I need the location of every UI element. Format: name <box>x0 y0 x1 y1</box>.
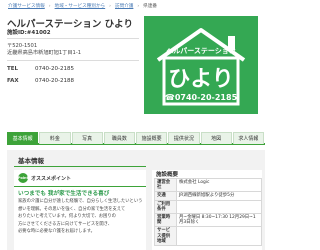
logo-main-text: ひより <box>168 67 234 92</box>
table-value: JR湖西線新旭駅より徒歩5分 <box>176 191 262 201</box>
table-row: 営業時間 月~金曜日 8:30~17:30 12月29日~1月3日除く <box>154 213 262 228</box>
table-key: 交通 <box>154 191 177 201</box>
fax-number: 0740-20-2188 <box>35 78 74 84</box>
tab-basic-info[interactable]: 基本情報 <box>7 132 39 144</box>
point-underline <box>14 186 146 187</box>
point-header: Point オススメポイント <box>18 172 71 184</box>
point-label: オススメポイント <box>31 175 72 182</box>
table-row: 交通 JR湖西線新旭駅より徒歩5分 <box>154 191 262 201</box>
table-value <box>176 199 262 215</box>
description-line: 家族の介護に自分が遠した経験で、自分らしく生活したいという <box>18 199 142 204</box>
table-row: ご利用条件 <box>154 199 262 215</box>
breadcrumb-separator: › <box>48 3 51 9</box>
breadcrumb-current: 県連番 <box>143 4 158 9</box>
tel-number[interactable]: 0740-20-2185 <box>35 66 74 72</box>
description-line: おりたいと考えています。何より大切で、お困りの <box>18 214 116 220</box>
table-value <box>176 226 262 247</box>
tab-job-info[interactable]: 求人情報 <box>232 132 264 144</box>
fax-label: FAX <box>7 78 19 84</box>
catchphrase: いつまでも 我が家で生活できる喜び <box>18 191 110 197</box>
tel-row: TEL 0740-20-2185 <box>7 64 117 74</box>
description-line: 想いを理解。その思いを強く、自分の家で生活を支えて <box>18 206 126 212</box>
overview-table: 運営会社 株式会社 Logic 交通 JR湖西線新旭駅より徒歩5分 ご利用条件 … <box>154 177 262 247</box>
description-line: 方にさせてくださる方に向けてサービスを開き、 <box>18 221 113 227</box>
tab-staff-count[interactable]: 職員数 <box>103 132 135 144</box>
tab-facility-overview[interactable]: 施設概要 <box>136 132 168 144</box>
facility-id: 施設ID:#41002 <box>7 30 51 36</box>
postal-code: 〒520-1501 <box>7 43 38 49</box>
table-key: サービス提供地域 <box>154 226 177 247</box>
tab-fees[interactable]: 料金 <box>39 132 71 144</box>
table-value: 株式会社 Logic <box>176 177 262 193</box>
breadcrumb-link-region[interactable]: 地域・サービス種別から <box>55 3 106 9</box>
logo-phone-text: ☎0740-20-2185 <box>165 93 238 102</box>
divider <box>7 38 139 39</box>
point-badge-icon: Point <box>18 173 28 183</box>
tab-map[interactable]: 地図 <box>200 132 232 144</box>
tab-photos[interactable]: 写真 <box>71 132 103 144</box>
breadcrumb-link-care-info[interactable]: 介護サービス情報 <box>8 3 45 9</box>
logo-top-text: ヘルパーステーション <box>166 46 236 55</box>
section-underline <box>14 166 146 167</box>
breadcrumb-separator: › <box>137 3 140 9</box>
table-key: ご利用条件 <box>154 199 177 215</box>
table-key: 運営会社 <box>154 177 177 193</box>
table-row: サービス提供地域 <box>154 226 262 247</box>
tel-label: TEL <box>7 66 19 72</box>
table-row: 運営会社 株式会社 Logic <box>154 177 262 193</box>
tab-bar: 基本情報 料金 写真 職員数 施設概要 提供状況 地図 求人情報 <box>7 132 265 145</box>
description: 家族の介護に自分が遠した経験で、自分らしく生活したいという 想いを理解。その思い… <box>18 198 142 236</box>
fax-row: FAX 0740-20-2188 <box>7 76 117 86</box>
table-value: 月~金曜日 8:30~17:30 12月29日~1月3日除く <box>176 213 262 228</box>
breadcrumb-link-home-care[interactable]: 訪問介護 <box>115 3 133 9</box>
address: 近畿県高島市新旭町旭1丁目1-1 <box>7 50 82 56</box>
table-key: 営業時間 <box>154 213 177 228</box>
overview-title: 施設概要 <box>156 172 179 178</box>
description-line: 必要な時に必要な介護をお届けします。 <box>18 229 95 235</box>
breadcrumb: 介護サービス情報 › 地域・サービス種別から › 訪問介護 › 県連番 <box>8 1 208 11</box>
tab-provision-status[interactable]: 提供状況 <box>168 132 200 144</box>
section-title: 基本情報 <box>18 157 44 165</box>
breadcrumb-separator: › <box>109 3 111 9</box>
divider <box>7 60 139 61</box>
facility-logo: ヘルパーステーション ひより ☎0740-20-2185 <box>144 16 258 114</box>
